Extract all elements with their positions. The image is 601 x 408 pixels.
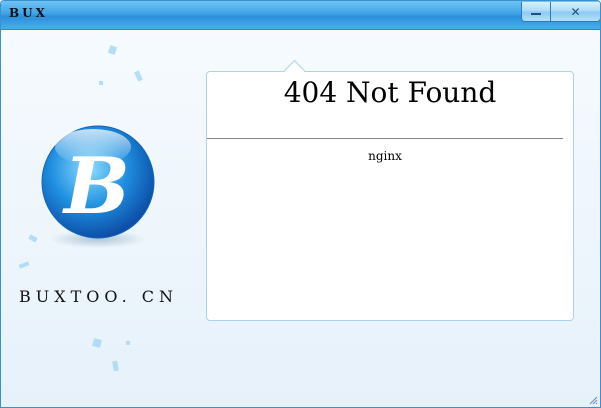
minimize-button[interactable] xyxy=(522,2,551,21)
sparkle-decoration xyxy=(92,338,102,348)
title-bar[interactable]: BUX ✕ xyxy=(1,1,600,30)
window-title: BUX xyxy=(9,6,48,20)
close-icon: ✕ xyxy=(570,4,581,19)
error-heading: 404 Not Found xyxy=(283,76,497,109)
resize-grip-icon[interactable] xyxy=(588,395,598,405)
logo-caption: BUXTOO. CN xyxy=(19,287,179,306)
close-button[interactable]: ✕ xyxy=(551,2,600,21)
content-panel: 404 Not Found nginx xyxy=(206,59,574,321)
logo-letter: B xyxy=(62,141,130,232)
window-controls: ✕ xyxy=(521,2,600,22)
sparkle-decoration xyxy=(134,70,143,82)
divider xyxy=(207,138,563,139)
sparkle-decoration xyxy=(126,341,130,345)
server-name: nginx xyxy=(368,149,402,163)
sparkle-decoration xyxy=(99,81,103,85)
minimize-icon xyxy=(531,13,541,15)
sparkle-decoration xyxy=(18,261,30,269)
sparkle-decoration xyxy=(107,45,118,55)
logo-icon: B xyxy=(41,125,155,248)
logo-area: B BUXTOO. CN xyxy=(1,31,206,407)
app-window: BUX ✕ B BUXTOO. CN 404 Not Found nginx xyxy=(0,0,601,408)
sparkle-decoration xyxy=(112,360,119,372)
